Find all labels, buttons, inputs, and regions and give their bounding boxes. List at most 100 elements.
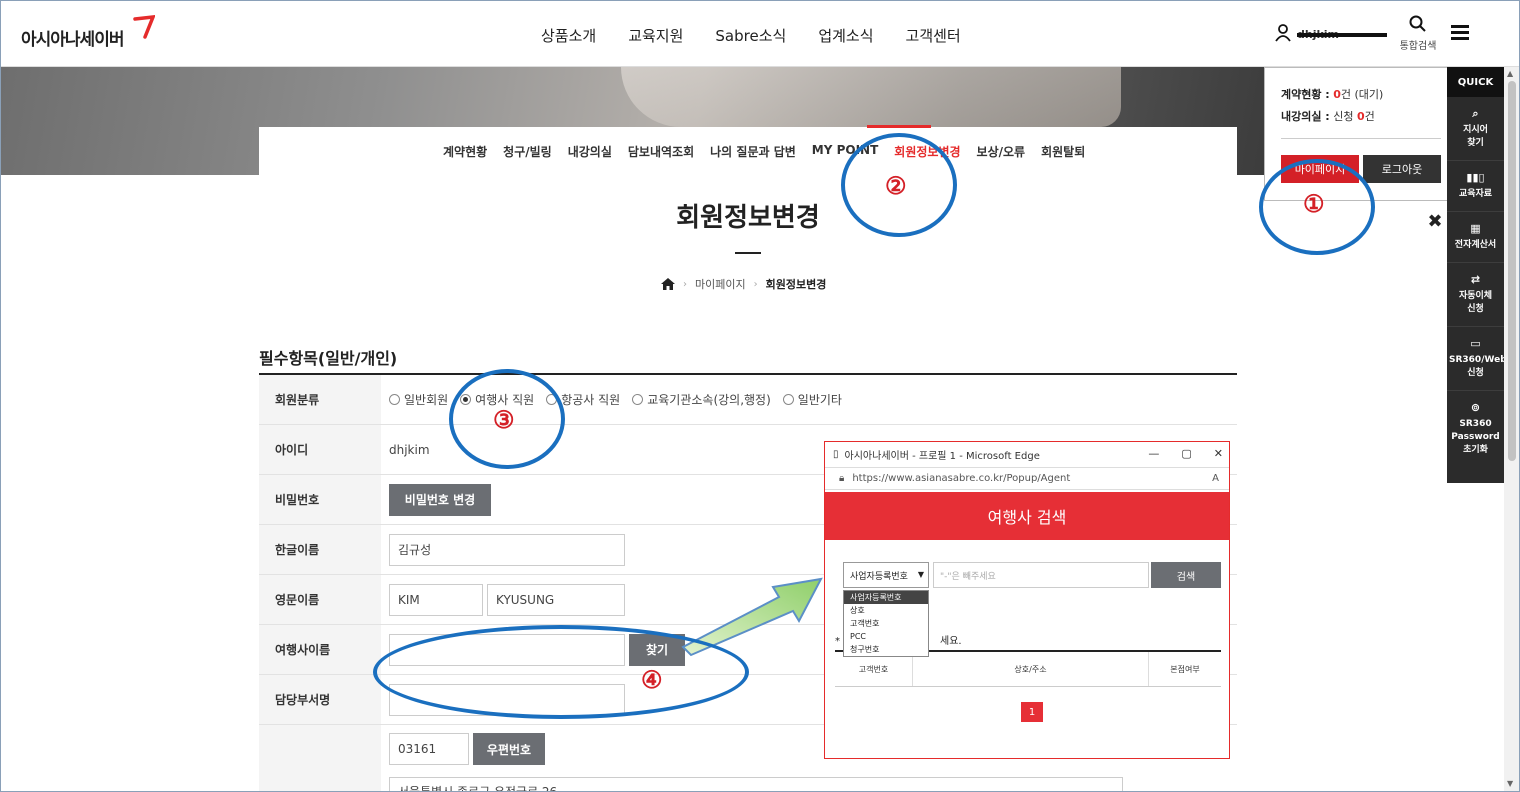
subnav-billing[interactable]: 청구/빌링 bbox=[503, 143, 552, 160]
chevron-right-icon: › bbox=[683, 278, 687, 290]
agency-search-popup: ▯ 아시아나세이버 - 프로필 1 - Microsoft Edge — ▢ ✕… bbox=[824, 441, 1230, 759]
radio-education[interactable]: 교육기관소속(강의,행정) bbox=[632, 391, 771, 408]
browser-window: 아시아나세이버 상품소개 교육지원 Sabre소식 업계소식 고객센터 dhjk… bbox=[0, 0, 1520, 792]
agency-name-label: 여행사이름 bbox=[259, 625, 381, 674]
postal-code-input[interactable]: 03161 bbox=[389, 733, 469, 765]
pagination-page-1[interactable]: 1 bbox=[1021, 702, 1043, 722]
page-scrollbar[interactable]: ▲ ▼ bbox=[1504, 67, 1519, 791]
lock-icon: 🔒︎ bbox=[839, 473, 845, 484]
books-icon: ▮▮▯ bbox=[1466, 171, 1485, 184]
hamburger-menu-icon[interactable] bbox=[1451, 25, 1469, 41]
address-label: 주소 bbox=[259, 725, 381, 791]
nav-customer-center[interactable]: 고객센터 bbox=[906, 25, 961, 46]
scrollbar-thumb[interactable] bbox=[1508, 81, 1516, 461]
option-company-name[interactable]: 상호 bbox=[844, 604, 928, 617]
nav-sabre-news[interactable]: Sabre소식 bbox=[715, 25, 786, 46]
search-icon: ⌕ bbox=[1472, 107, 1479, 120]
close-icon[interactable]: ✕ bbox=[1214, 447, 1223, 460]
radio-other[interactable]: 일반기타 bbox=[782, 391, 842, 408]
col-company-address: 상호/주소 bbox=[913, 652, 1149, 686]
nav-industry-news[interactable]: 업계소식 bbox=[818, 25, 873, 46]
breadcrumb-mypage[interactable]: 마이페이지 bbox=[695, 276, 746, 292]
address-input[interactable]: 서울특별시 종로구 우정국로 26 bbox=[389, 777, 1123, 791]
redaction-mark bbox=[1297, 33, 1387, 37]
quick-command-search[interactable]: ⌕ 지시어 찾기 bbox=[1447, 97, 1504, 161]
option-pcc[interactable]: PCC bbox=[844, 630, 928, 643]
calculator-icon: ▦ bbox=[1470, 222, 1481, 235]
contract-status[interactable]: 계약현황 : 0건 (대기) bbox=[1281, 86, 1383, 102]
divider bbox=[1281, 138, 1441, 139]
integrated-search-button[interactable]: 통합검색 bbox=[1397, 15, 1439, 52]
logo-mark-icon bbox=[133, 15, 155, 39]
department-label: 담당부서명 bbox=[259, 675, 381, 724]
popup-heading: 여행사 검색 bbox=[825, 492, 1229, 540]
breadcrumb-current: 회원정보변경 bbox=[765, 278, 827, 291]
option-customer-no[interactable]: 고객번호 bbox=[844, 617, 928, 630]
col-customer-no: 고객번호 bbox=[835, 652, 913, 686]
annotation-number-4: ④ bbox=[641, 665, 663, 694]
korean-name-label: 한글이름 bbox=[259, 525, 381, 574]
logout-button[interactable]: 로그아웃 bbox=[1363, 155, 1441, 183]
annotation-number-2: ② bbox=[885, 171, 907, 200]
site-logo[interactable]: 아시아나세이버 bbox=[21, 25, 124, 50]
postal-code-button[interactable]: 우편번호 bbox=[473, 733, 545, 765]
scroll-down-icon[interactable]: ▼ bbox=[1507, 779, 1513, 788]
subnav-my-lecture[interactable]: 내강의실 bbox=[568, 143, 612, 160]
option-billing-no[interactable]: 청구번호 bbox=[844, 643, 928, 656]
quick-menu: QUICK ⌕ 지시어 찾기 ▮▮▯ 교육자료 ▦ 전자계산서 ⇄ 자동이체 신청 ▭ S… bbox=[1447, 67, 1507, 483]
korean-name-input[interactable]: 김규성 bbox=[389, 533, 625, 566]
popup-body: 사업자등록번호 ▼ "-"은 빼주세요 검색 사업자등록번호 상호 고객번호 P… bbox=[825, 540, 1229, 758]
quick-title: QUICK bbox=[1447, 67, 1504, 97]
quick-sr360-web[interactable]: ▭ SR360/Web 신청 bbox=[1447, 327, 1507, 391]
password-label: 비밀번호 bbox=[259, 475, 381, 524]
table-header: 고객번호 상호/주소 본점여부 bbox=[835, 652, 1221, 686]
quick-e-invoice[interactable]: ▦ 전자계산서 bbox=[1447, 212, 1504, 263]
radio-general[interactable]: 일반회원 bbox=[389, 391, 448, 408]
minimize-icon[interactable]: — bbox=[1148, 447, 1159, 460]
subnav-my-qna[interactable]: 나의 질문과 답변 bbox=[710, 143, 796, 160]
annotation-number-1: ① bbox=[1303, 189, 1325, 218]
scroll-up-icon[interactable]: ▲ bbox=[1507, 69, 1513, 78]
search-input[interactable]: "-"은 빼주세요 bbox=[933, 562, 1149, 588]
subnav-withdraw[interactable]: 회원탈퇴 bbox=[1041, 143, 1085, 160]
nav-product[interactable]: 상품소개 bbox=[541, 25, 596, 46]
quick-materials[interactable]: ▮▮▯ 교육자료 bbox=[1447, 161, 1504, 212]
search-icon bbox=[1409, 15, 1426, 32]
search-type-select[interactable]: 사업자등록번호 ▼ bbox=[843, 562, 929, 588]
english-first-name-input[interactable]: KYUSUNG bbox=[487, 583, 625, 616]
change-password-button[interactable]: 비밀번호 변경 bbox=[389, 483, 491, 516]
maximize-icon[interactable]: ▢ bbox=[1181, 447, 1191, 460]
breadcrumb: › 마이페이지 › 회원정보변경 bbox=[661, 276, 826, 292]
quick-label: 자동이체 신청 bbox=[1458, 291, 1493, 314]
option-business-no[interactable]: 사업자등록번호 bbox=[844, 591, 928, 604]
row-member-type: 회원분류 일반회원 여행사 직원 항공사 직원 교육기관소속(강의,행정) 일반… bbox=[259, 375, 1237, 425]
id-value: dhjkim bbox=[389, 442, 430, 457]
user-account[interactable]: dhjkim bbox=[1275, 23, 1387, 42]
home-icon[interactable] bbox=[661, 278, 675, 290]
nav-education[interactable]: 교육지원 bbox=[628, 25, 683, 46]
search-label: 통합검색 bbox=[1399, 41, 1437, 52]
subnav-compensation[interactable]: 보상/오류 bbox=[977, 143, 1026, 160]
read-aloud-icon[interactable]: A bbox=[1212, 473, 1219, 484]
page-icon: ▯ bbox=[833, 449, 839, 460]
laptop-icon: ▭ bbox=[1470, 337, 1481, 350]
subnav-collateral[interactable]: 담보내역조회 bbox=[628, 143, 694, 160]
user-icon bbox=[1275, 23, 1291, 42]
search-type-options: 사업자등록번호 상호 고객번호 PCC 청구번호 bbox=[843, 590, 929, 657]
english-name-label: 영문이름 bbox=[259, 575, 381, 624]
popup-url[interactable]: https://www.asianasabre.co.kr/Popup/Agen… bbox=[852, 473, 1070, 484]
quick-auto-transfer[interactable]: ⇄ 자동이체 신청 bbox=[1447, 263, 1504, 327]
col-headquarter: 본점여부 bbox=[1170, 664, 1200, 674]
quick-sr360-password[interactable]: ⊚ SR360 Password 초기화 bbox=[1447, 391, 1504, 467]
search-button[interactable]: 검색 bbox=[1151, 562, 1221, 588]
subnav-contract[interactable]: 계약현황 bbox=[443, 143, 487, 160]
english-last-name-input[interactable]: KIM bbox=[389, 583, 483, 616]
popup-address-bar: 🔒︎ https://www.asianasabre.co.kr/Popup/A… bbox=[825, 468, 1229, 490]
quick-label: 전자계산서 bbox=[1454, 240, 1497, 250]
main-nav: 상품소개 교육지원 Sabre소식 업계소식 고객센터 bbox=[541, 25, 961, 46]
lecture-status[interactable]: 내강의실 : 신청 0건 bbox=[1281, 108, 1375, 124]
popup-titlebar: ▯ 아시아나세이버 - 프로필 1 - Microsoft Edge — ▢ ✕ bbox=[825, 442, 1229, 468]
transfer-icon: ⇄ bbox=[1470, 273, 1481, 286]
quick-label: 교육자료 bbox=[1458, 189, 1493, 199]
annotation-number-3: ③ bbox=[493, 405, 515, 434]
